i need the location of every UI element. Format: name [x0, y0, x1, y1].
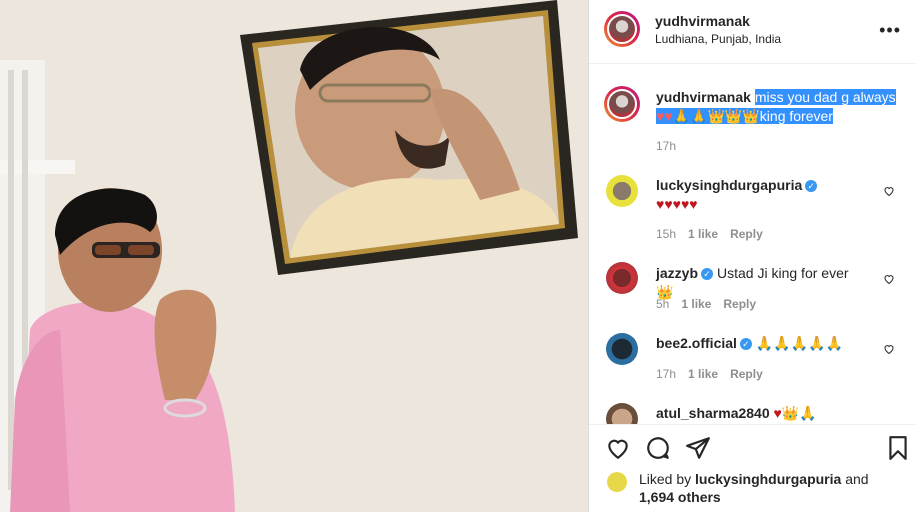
share-send-icon[interactable] [685, 435, 711, 461]
comment-meta: 5h 1 like Reply [656, 297, 768, 311]
author-avatar[interactable] [604, 11, 640, 47]
reply-button[interactable]: Reply [730, 367, 763, 381]
caption-text: miss you dad g always [754, 89, 896, 105]
comment-text: ♥👑🙏 [773, 405, 817, 421]
liker-username[interactable]: luckysinghdurgapuria [695, 471, 841, 487]
more-horizontal-icon[interactable]: ••• [879, 20, 901, 41]
comment: atul_sharma2840 ♥👑🙏 [656, 404, 861, 423]
caption: yudhvirmanak miss you dad g always ♥♥🙏🙏👑… [656, 88, 901, 126]
post-header: yudhvirmanak Ludhiana, Punjab, India ••• [589, 0, 915, 64]
comment-time[interactable]: 17h [656, 367, 676, 381]
post-photo[interactable] [0, 0, 588, 512]
save-bookmark-icon[interactable] [885, 435, 911, 461]
comment-text: ♥♥♥♥♥ [656, 196, 698, 212]
reply-button[interactable]: Reply [723, 297, 756, 311]
post-details-panel: yudhvirmanak Ludhiana, Punjab, India •••… [588, 0, 915, 513]
comment-text: 🙏🙏🙏🙏🙏 [755, 335, 844, 351]
caption-emojis: ♥♥🙏🙏👑👑👑 [656, 108, 760, 124]
post-image [0, 0, 588, 512]
comment-avatar[interactable] [606, 333, 638, 365]
comment-meta: 17h 1 like Reply [656, 367, 775, 381]
verified-badge-icon: ✓ [701, 268, 714, 280]
likes-summary: Liked by luckysinghdurgapuria and 1,694 … [639, 470, 899, 506]
comment-likes[interactable]: 1 like [688, 227, 718, 241]
caption-text-end: king forever [759, 108, 833, 124]
post-actions-bar: Liked by luckysinghdurgapuria and 1,694 … [589, 424, 915, 513]
comment-avatar[interactable] [606, 175, 638, 207]
verified-badge-icon: ✓ [805, 180, 818, 192]
comment-meta: 15h 1 like Reply [656, 227, 775, 241]
comment-likes[interactable]: 1 like [688, 367, 718, 381]
liked-by-label: Liked by [639, 471, 692, 487]
others-count[interactable]: 1,694 others [639, 489, 721, 505]
like-comment-heart-icon[interactable] [883, 273, 895, 285]
author-username[interactable]: yudhvirmanak [655, 13, 750, 29]
comment-time[interactable]: 15h [656, 227, 676, 241]
comment-username[interactable]: jazzyb [656, 265, 698, 281]
comment-username[interactable]: bee2.official [656, 335, 737, 351]
comment-username[interactable]: luckysinghdurgapuria [656, 177, 802, 193]
and-label: and [845, 471, 869, 487]
liker-avatar[interactable] [607, 472, 627, 492]
like-heart-icon[interactable] [605, 435, 631, 461]
like-comment-heart-icon[interactable] [883, 185, 895, 197]
caption-author-avatar[interactable] [604, 86, 640, 122]
comment-username[interactable]: atul_sharma2840 [656, 405, 770, 421]
comment: bee2.official ✓ 🙏🙏🙏🙏🙏 [656, 334, 861, 353]
like-comment-heart-icon[interactable] [883, 343, 895, 355]
caption-time[interactable]: 17h [656, 139, 676, 153]
post-location[interactable]: Ludhiana, Punjab, India [655, 32, 781, 46]
verified-badge-icon: ✓ [739, 338, 752, 350]
reply-button[interactable]: Reply [730, 227, 763, 241]
comment-likes[interactable]: 1 like [681, 297, 711, 311]
comment-time[interactable]: 5h [656, 297, 669, 311]
comment: luckysinghdurgapuria ✓ ♥♥♥♥♥ [656, 176, 861, 214]
comment-avatar[interactable] [606, 262, 638, 294]
comment-icon[interactable] [645, 435, 671, 461]
caption-username[interactable]: yudhvirmanak [656, 89, 751, 105]
